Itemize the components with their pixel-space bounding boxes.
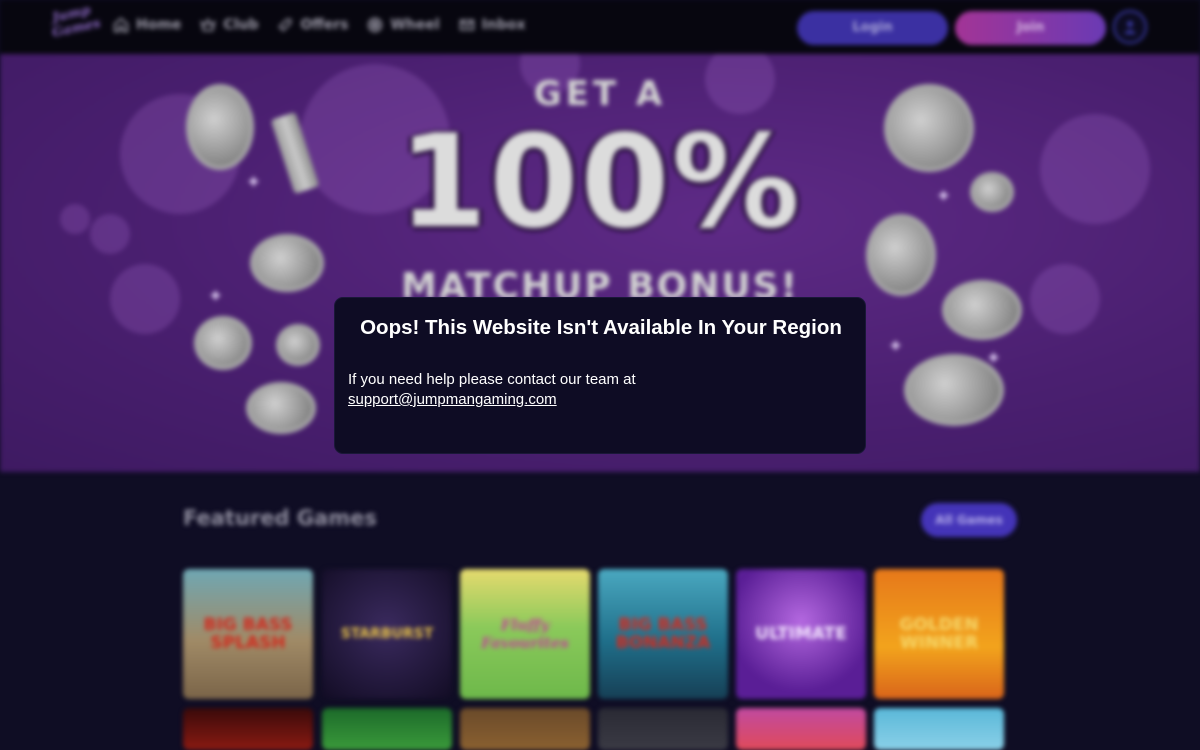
game-tile[interactable]: Fluffy Favourites (460, 569, 590, 699)
game-tile-label: STARBURST (340, 626, 434, 642)
game-tile[interactable]: GOLDEN WINNER (874, 569, 1004, 699)
support-email-link[interactable]: support@jumpmangaming.com (348, 390, 557, 410)
game-tile[interactable] (736, 708, 866, 750)
nav-label-club: Club (223, 17, 259, 33)
nav-item-home[interactable]: Home (112, 16, 181, 34)
main-nav: Home Club Offers Wheel Inbox (112, 16, 526, 34)
nav-item-club[interactable]: Club (199, 16, 258, 34)
game-tile-label: BIG BASS SPLASH (203, 615, 293, 653)
nav-item-inbox[interactable]: Inbox (458, 16, 526, 34)
game-tile[interactable] (322, 708, 452, 750)
featured-games-title: Featured Games (183, 506, 377, 530)
dialog-message: If you need help please contact our team… (348, 371, 636, 388)
banner-headline-percent: 100% (398, 108, 802, 257)
dialog-body: If you need help please contact our team… (348, 370, 636, 410)
game-tile-label: GOLDEN WINNER (899, 615, 979, 653)
nav-label-offers: Offers (300, 17, 349, 33)
tag-icon (278, 18, 292, 32)
user-icon (1124, 21, 1136, 34)
coin-graphic (194, 316, 252, 370)
join-button[interactable]: Join (955, 11, 1106, 45)
all-games-button[interactable]: All Games (921, 503, 1017, 537)
site-logo[interactable]: Jump Games (51, 3, 102, 48)
nav-label-inbox: Inbox (481, 17, 526, 33)
game-tile[interactable]: BIG BASS BONANZA (598, 569, 728, 699)
game-tile[interactable] (183, 708, 313, 750)
nav-item-offers[interactable]: Offers (276, 16, 348, 34)
top-navbar: Jump Games Home Club Offers Wheel Inbox … (0, 0, 1200, 54)
nav-label-wheel: Wheel (390, 17, 440, 33)
nav-label-home: Home (136, 17, 182, 33)
game-tile-label: ULTIMATE (755, 624, 847, 644)
game-tile[interactable] (598, 708, 728, 750)
coin-graphic (246, 382, 316, 434)
page: Jump Games Home Club Offers Wheel Inbox … (0, 0, 1200, 750)
wheel-icon (368, 17, 383, 33)
home-icon (113, 17, 129, 33)
crown-icon (200, 17, 217, 32)
game-tile[interactable]: BIG BASS SPLASH (183, 569, 313, 699)
game-tile[interactable] (874, 708, 1004, 750)
game-tile[interactable]: STARBURST (322, 569, 452, 699)
dialog-title: Oops! This Website Isn't Available In Yo… (360, 316, 842, 339)
user-account-button[interactable] (1113, 10, 1147, 44)
region-blocked-dialog: Oops! This Website Isn't Available In Yo… (334, 297, 866, 454)
game-tile-label: BIG BASS BONANZA (615, 615, 711, 653)
nav-item-wheel[interactable]: Wheel (366, 16, 440, 34)
game-tile-label: Fluffy Favourites (481, 616, 569, 652)
sparkle-icon: ✦ (986, 348, 1002, 369)
mail-icon (459, 19, 474, 31)
coin-graphic (276, 324, 320, 366)
sparkle-icon: ✦ (888, 336, 904, 357)
game-tile[interactable] (460, 708, 590, 750)
login-button[interactable]: Login (797, 11, 948, 45)
game-tile[interactable]: ULTIMATE (736, 569, 866, 699)
